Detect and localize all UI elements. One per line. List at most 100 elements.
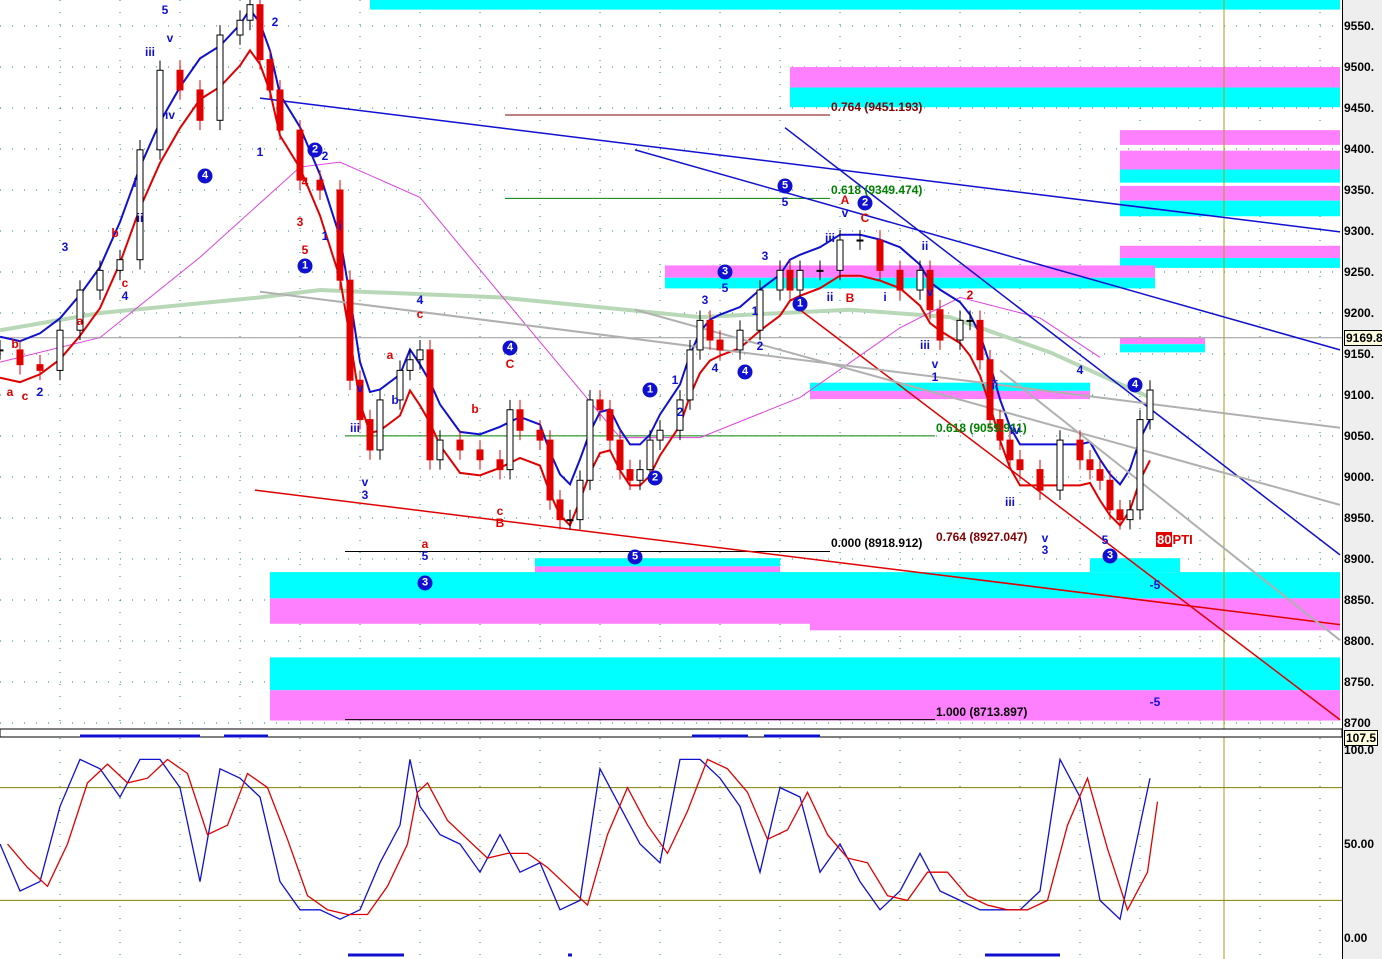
axis-tick-label: 8950. [1344, 511, 1375, 525]
axis-tick-label: 9050. [1344, 429, 1375, 443]
axis-tick-label: 9250. [1344, 265, 1375, 279]
wave-label: ii [136, 210, 144, 225]
wave-label: iv [1009, 423, 1021, 438]
axis-tick-label: 8750. [1344, 675, 1375, 689]
wave-label: 2 [36, 384, 44, 399]
candle-body [876, 239, 884, 271]
candle-body [546, 439, 554, 501]
candle-body [456, 439, 464, 451]
wave-label: v [931, 356, 939, 371]
wave-label: 4 [301, 174, 309, 189]
candle-body [416, 349, 424, 361]
wave-label: 1 [321, 228, 329, 243]
axis-tick-label: 9100. [1344, 388, 1375, 402]
candle-body [476, 449, 484, 461]
wave-label: c [121, 275, 129, 290]
wave-label: -5 [1149, 694, 1161, 709]
wave-circle-label: 3 [1102, 548, 1118, 564]
price-chart[interactable] [0, 0, 1342, 959]
wave-label: 2 [676, 405, 684, 420]
candle-body [1126, 509, 1134, 521]
wave-label: v [926, 284, 934, 299]
wave-label: 3 [361, 488, 369, 503]
candle-body [216, 34, 224, 121]
candle-body [516, 409, 524, 431]
axis-tick-label: 8800. [1344, 634, 1375, 648]
wave-label: 1 [931, 369, 939, 384]
wave-label: b [391, 392, 399, 407]
candle-body [496, 459, 504, 471]
candle-body [636, 469, 644, 481]
wave-circle-label: 1 [642, 382, 658, 398]
zone [1120, 169, 1340, 183]
candle-body [606, 409, 614, 441]
wave-label: B [845, 291, 855, 306]
wave-label: C [860, 210, 870, 225]
wave-circle-label: 5 [777, 178, 793, 194]
candle-body [296, 129, 304, 181]
wave-circle-label: 4 [197, 168, 213, 184]
candle-body [1036, 469, 1044, 491]
candle-body [276, 89, 284, 131]
wave-label: 2 [966, 287, 974, 302]
candle-body [1096, 469, 1104, 481]
wave-circle-label: 1 [297, 258, 313, 274]
candle-body [256, 4, 264, 61]
zone [1120, 130, 1340, 145]
wave-label: 4 [416, 292, 424, 307]
candle-body [196, 89, 204, 121]
wave-label: a [76, 314, 84, 329]
wave-label: i [133, 175, 137, 190]
zone [1120, 150, 1340, 170]
wave-circle-label: 5 [627, 549, 643, 565]
candle-body [116, 259, 124, 271]
wave-label: 4 [1076, 363, 1084, 378]
zone [270, 657, 1340, 691]
candle-body [316, 179, 324, 191]
candle-body [176, 69, 184, 91]
axis-tick-label: 8700 [1344, 716, 1371, 730]
axis-tick-label: 100.0 [1344, 743, 1375, 757]
wave-circle-label: 4 [1127, 377, 1143, 393]
wave-circle-label: 4 [502, 340, 518, 356]
pti-text: PTI [1172, 532, 1193, 547]
axis-tick-label: 8850. [1344, 593, 1375, 607]
wave-circle-label: 2 [647, 470, 663, 486]
wave-label: 3 [761, 248, 769, 263]
fib-label: 0.764 (9451.193) [831, 100, 923, 115]
axis-tick-label: 9000. [1344, 470, 1375, 484]
axis-tick-label: 9500. [1344, 60, 1375, 74]
zone [270, 690, 1340, 721]
zone [370, 0, 1340, 10]
wave-label: 3 [296, 214, 304, 229]
candle-body [36, 364, 44, 371]
candle-body [686, 349, 694, 401]
stoch-d-line [7, 758, 1159, 916]
candle-body [796, 269, 804, 291]
wave-label: 4 [121, 288, 129, 303]
candle-body [916, 269, 924, 291]
candle-body [406, 359, 414, 371]
axis-tick-label: 9350. [1344, 183, 1375, 197]
wave-label: a [6, 384, 14, 399]
wave-label: 3 [61, 240, 69, 255]
candle-body [236, 19, 244, 36]
axis-tick-label: 0.00 [1344, 931, 1368, 945]
wave-label: ii [991, 378, 999, 393]
candle-body [1016, 459, 1024, 471]
wave-label: iii [824, 231, 836, 246]
candle-body [0, 349, 4, 352]
candle-body [266, 59, 274, 91]
wave-circle-label: 1 [792, 296, 808, 312]
wave-label: 1 [671, 373, 679, 388]
wave-label: c [416, 306, 424, 321]
zone [790, 67, 1340, 88]
candle-body [716, 339, 724, 351]
wave-label: B [495, 515, 505, 530]
candle-body [536, 429, 544, 441]
candle-body [136, 149, 144, 261]
wave-label: -5 [1149, 578, 1161, 593]
candle-body [436, 439, 444, 461]
wave-label: iii [144, 45, 156, 60]
candle-body [736, 329, 744, 351]
